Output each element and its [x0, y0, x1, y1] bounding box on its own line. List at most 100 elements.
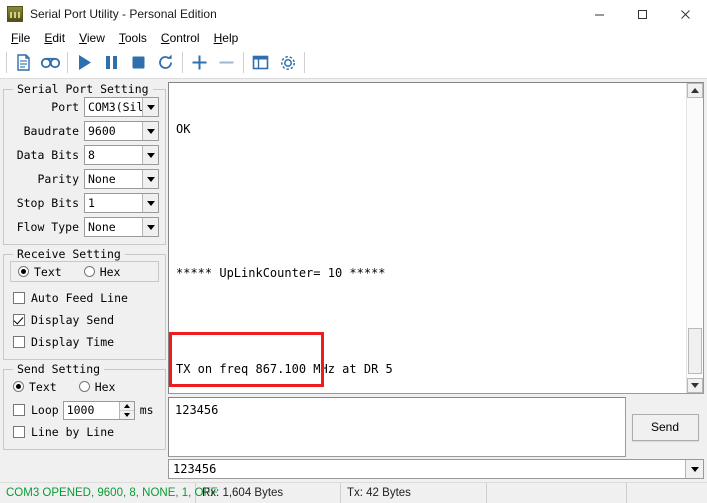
receive-display-area: OK ***** UpLinkCounter= 10 ***** TX on f… [168, 82, 704, 394]
scrollbar-thumb[interactable] [688, 328, 702, 374]
scroll-up-button[interactable] [687, 83, 703, 98]
menu-tools[interactable]: Tools [112, 30, 154, 46]
window-controls [578, 0, 707, 28]
menu-file[interactable]: File [4, 30, 37, 46]
close-icon [681, 9, 690, 19]
stop-bits-select[interactable]: 1 [84, 193, 159, 213]
menu-bar: File Edit View Tools Control Help [0, 28, 707, 47]
record-button[interactable] [37, 49, 64, 76]
receive-mode-hex-radio[interactable]: Hex [83, 264, 121, 279]
stop-bits-field-row: Stop Bits 1 [10, 192, 159, 214]
baudrate-select[interactable]: 9600 [84, 121, 159, 141]
settings-button[interactable] [274, 49, 301, 76]
new-file-button[interactable] [10, 49, 37, 76]
port-select[interactable]: COM3(Sil [84, 97, 159, 117]
send-hex-radio-indicator [78, 381, 90, 392]
send-input-value: 123456 [175, 403, 219, 417]
stop-bits-value: 1 [88, 196, 95, 210]
menu-view[interactable]: View [72, 30, 112, 46]
stop-icon [132, 56, 145, 69]
terminal-line: OK [176, 122, 191, 136]
serial-port-setting-group: Serial Port Setting Port COM3(Sil Baudra… [3, 82, 166, 245]
flow-type-label: Flow Type [16, 220, 79, 234]
maximize-button[interactable] [621, 0, 664, 28]
layout-icon [252, 55, 269, 70]
add-button[interactable] [186, 49, 213, 76]
port-label: Port [51, 100, 79, 114]
terminal-pane: OK ***** UpLinkCounter= 10 ***** TX on f… [168, 82, 704, 482]
send-history-chevron-down-icon [685, 460, 703, 478]
menu-view-mnemonic: V [79, 30, 87, 45]
play-icon [79, 55, 91, 70]
menu-control-rest: ontrol [169, 30, 200, 45]
menu-view-rest: iew [86, 30, 105, 45]
receive-mode-text-radio[interactable]: Text [18, 265, 62, 279]
data-bits-label: Data Bits [16, 148, 79, 162]
refresh-button[interactable] [152, 49, 179, 76]
status-empty-1 [487, 483, 627, 503]
line-by-line-checkbox[interactable]: Line by Line [10, 421, 159, 443]
display-time-checkbox[interactable]: Display Time [10, 331, 159, 353]
toolbar-separator-4 [243, 52, 244, 73]
send-button[interactable]: Send [631, 413, 699, 441]
auto-feed-line-checkbox[interactable]: Auto Feed Line [10, 287, 159, 309]
terminal-line: TX on freq 867.100 MHz at DR 5 [176, 362, 393, 376]
parity-value: None [88, 172, 116, 186]
menu-tools-rest: ools [124, 30, 147, 45]
play-button[interactable] [71, 49, 98, 76]
send-area: 123456 Send [168, 397, 704, 457]
flow-type-select[interactable]: None [84, 217, 159, 237]
menu-edit[interactable]: Edit [37, 30, 72, 46]
close-button[interactable] [664, 0, 707, 28]
send-hex-label: Hex [94, 379, 116, 394]
toolbar-separator-5 [304, 52, 305, 73]
loop-checkbox[interactable] [13, 404, 25, 416]
loop-interval-stepper[interactable]: 1000 [62, 400, 135, 420]
loop-stepper-down-button[interactable] [119, 410, 134, 419]
remove-button[interactable] [213, 49, 240, 76]
data-bits-select[interactable]: 8 [84, 145, 159, 165]
display-send-checkbox[interactable]: Display Send [10, 309, 159, 331]
pause-button[interactable] [98, 49, 125, 76]
layout-button[interactable] [247, 49, 274, 76]
flow-type-field-row: Flow Type None [10, 216, 159, 238]
toolbar [0, 47, 707, 79]
plus-icon [192, 55, 207, 70]
menu-help[interactable]: Help [207, 30, 246, 46]
toolbar-separator-2 [67, 52, 68, 73]
send-setting-group: Send Setting Text Hex Loop 1000 ms Line … [3, 362, 166, 450]
gear-icon [280, 55, 295, 70]
status-connection: COM3 OPENED, 9600, 8, NONE, 1, OFF [0, 483, 218, 503]
send-history-select[interactable]: 123456 [168, 459, 704, 479]
send-setting-legend: Send Setting [13, 362, 105, 376]
receive-hex-radio-indicator [83, 266, 95, 277]
data-bits-chevron-down-icon [142, 146, 158, 164]
app-icon [7, 6, 23, 22]
stop-bits-chevron-down-icon [142, 194, 158, 212]
minimize-button[interactable] [578, 0, 621, 28]
parity-select[interactable]: None [84, 169, 159, 189]
line-by-line-checkbox-indicator [13, 426, 25, 438]
data-bits-field-row: Data Bits 8 [10, 144, 159, 166]
menu-file-rest: ile [18, 30, 31, 45]
send-mode-text-radio[interactable]: Text [13, 380, 57, 394]
settings-pane: Serial Port Setting Port COM3(Sil Baudra… [3, 82, 166, 482]
terminal-vertical-scrollbar[interactable] [686, 83, 703, 393]
terminal-output[interactable]: OK ***** UpLinkCounter= 10 ***** TX on f… [169, 83, 686, 393]
loop-stepper-up-button[interactable] [119, 401, 134, 411]
scroll-down-button[interactable] [687, 378, 703, 393]
port-field-row: Port COM3(Sil [10, 96, 159, 118]
send-input[interactable]: 123456 [168, 397, 626, 457]
scrollbar-track[interactable] [687, 98, 703, 378]
receive-hex-label: Hex [99, 264, 121, 279]
minus-icon [219, 61, 234, 64]
stop-button[interactable] [125, 49, 152, 76]
port-value: COM3(Sil [88, 100, 142, 114]
receive-text-label: Text [34, 264, 62, 279]
serial-port-setting-legend: Serial Port Setting [13, 82, 153, 96]
send-mode-hex-radio[interactable]: Hex [78, 379, 116, 394]
menu-control[interactable]: Control [154, 30, 207, 46]
send-button-label: Send [650, 420, 680, 434]
